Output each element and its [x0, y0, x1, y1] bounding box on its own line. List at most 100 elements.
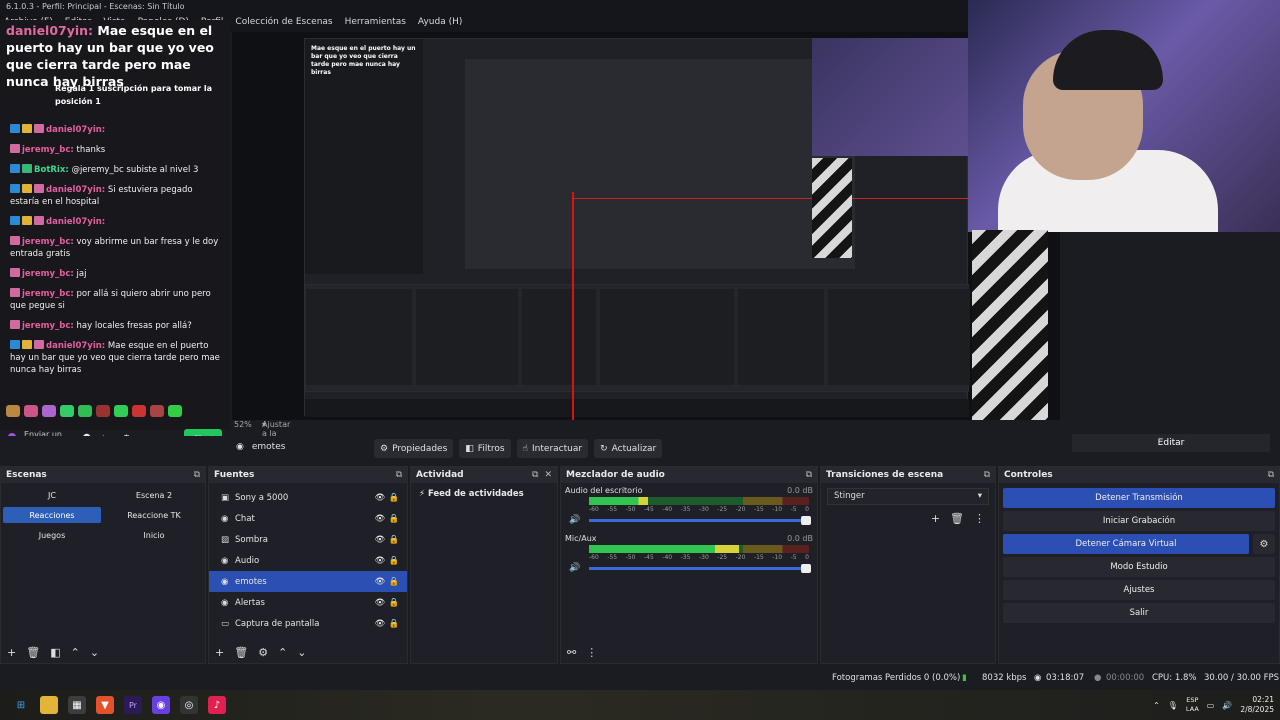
scene-item[interactable]: Reacciones	[3, 507, 101, 523]
chat-username[interactable]: daniel07yin:	[46, 125, 105, 135]
volume-slider[interactable]	[589, 515, 811, 525]
dock-float-icon[interactable]: ⧉	[194, 470, 200, 480]
scene-item[interactable]: JC	[3, 487, 101, 503]
eye-icon[interactable]: 👁	[373, 493, 387, 503]
mic-icon[interactable]: 🎙	[1168, 701, 1178, 710]
windows-start-icon[interactable]: ⊞	[12, 696, 30, 714]
obs-icon[interactable]: ◎	[180, 696, 198, 714]
lock-icon[interactable]: 🔒	[387, 556, 401, 566]
chat-username[interactable]: jeremy_bc:	[22, 321, 74, 331]
transition-select[interactable]: Stinger ▾	[827, 488, 989, 505]
arrow-down-icon[interactable]: ⌄	[90, 646, 99, 659]
trash-icon[interactable]: 🗑	[950, 512, 964, 525]
calculator-icon[interactable]: ▦	[68, 696, 86, 714]
source-item[interactable]: ▭ Captura de pantalla 👁 🔒	[209, 613, 407, 634]
menu-item[interactable]: Colección de Escenas	[235, 17, 332, 27]
gear-icon[interactable]: ⚙	[1253, 534, 1275, 554]
messenger-icon[interactable]: ◉	[152, 696, 170, 714]
source-item[interactable]: ◉ Alertas 👁 🔒	[209, 592, 407, 613]
start-recording-button[interactable]: Iniciar Grabación	[1003, 511, 1275, 531]
dock-float-icon[interactable]: ⧉	[806, 470, 812, 480]
properties-button[interactable]: ⚙ Propiedades	[374, 439, 454, 458]
lock-icon[interactable]: 🔒	[387, 619, 401, 629]
network-icon[interactable]: ▭	[1207, 701, 1215, 710]
settings-button[interactable]: Ajustes	[1003, 580, 1275, 600]
speaker-icon[interactable]: 🔊	[569, 515, 583, 525]
interact-button[interactable]: ☝ Interactuar	[516, 439, 589, 458]
activity-feed-item[interactable]: ⚡ Feed de actividades	[411, 483, 557, 505]
add-icon[interactable]: +	[7, 646, 16, 659]
scene-item[interactable]: Reaccione TK	[105, 507, 203, 523]
premiere-icon[interactable]: Pr	[124, 696, 142, 714]
dock-float-icon[interactable]: ⧉	[532, 470, 538, 480]
source-item[interactable]: ◉ emotes 👁 🔒	[209, 571, 407, 592]
chat-username[interactable]: BotRix:	[34, 165, 69, 175]
filters-button[interactable]: ◧ Filtros	[459, 439, 511, 458]
gear-icon[interactable]: ⚙	[258, 646, 268, 659]
keyboard-language[interactable]: ESP LAA	[1186, 696, 1199, 714]
chat-username[interactable]: jeremy_bc:	[22, 269, 74, 279]
scene-item[interactable]: Escena 2	[105, 487, 203, 503]
refresh-button[interactable]: ↻ Actualizar	[594, 439, 663, 458]
filter-icon[interactable]: ◧	[50, 646, 60, 659]
eye-icon[interactable]: 👁	[373, 619, 387, 629]
source-item[interactable]: ◉ Audio 👁 🔒	[209, 550, 407, 571]
monitor-icon: ▭	[221, 618, 230, 629]
refresh-icon: ↻	[600, 443, 608, 454]
brave-browser-icon[interactable]: ▼	[96, 696, 114, 714]
scene-item[interactable]: Juegos	[3, 527, 101, 543]
chat-username[interactable]: daniel07yin:	[46, 217, 105, 227]
stop-virtual-cam-button[interactable]: Detener Cámara Virtual	[1003, 534, 1249, 554]
dock-float-icon[interactable]: ⧉	[396, 470, 402, 480]
scene-item[interactable]: Inicio	[105, 527, 203, 543]
arrow-up-icon[interactable]: ⌃	[278, 646, 287, 659]
eye-icon[interactable]: 👁	[373, 535, 387, 545]
add-icon[interactable]: +	[931, 512, 940, 525]
lock-icon[interactable]: 🔒	[387, 535, 401, 545]
eye-icon[interactable]: 👁	[373, 556, 387, 566]
clock[interactable]: 02:21 2/8/2025	[1240, 695, 1274, 715]
close-icon[interactable]: ✕	[544, 470, 552, 480]
source-label: Captura de pantalla	[235, 618, 320, 629]
add-icon[interactable]: +	[215, 646, 224, 659]
file-explorer-icon[interactable]	[40, 696, 58, 714]
chat-username[interactable]: jeremy_bc:	[22, 237, 74, 247]
chat-username[interactable]: jeremy_bc:	[22, 145, 74, 155]
dock-float-icon[interactable]: ⧉	[984, 470, 990, 480]
bitrate: 8032 kbps	[982, 673, 1027, 683]
badge-icon	[34, 340, 44, 349]
exit-button[interactable]: Salir	[1003, 603, 1275, 623]
trash-icon[interactable]: 🗑	[26, 646, 40, 659]
source-item[interactable]: ▨ Sombra 👁 🔒	[209, 529, 407, 550]
source-item[interactable]: ◉ Chat 👁 🔒	[209, 508, 407, 529]
menu-item[interactable]: Herramientas	[345, 17, 406, 27]
trash-icon[interactable]: 🗑	[234, 646, 248, 659]
chat-username[interactable]: jeremy_bc:	[22, 289, 74, 299]
dock-float-icon[interactable]: ⧉	[1268, 470, 1274, 480]
chat-username[interactable]: daniel07yin:	[46, 341, 105, 351]
kebab-menu-icon[interactable]: ⋮	[586, 646, 597, 659]
lock-icon[interactable]: 🔒	[387, 577, 401, 587]
eye-icon[interactable]: 👁	[373, 598, 387, 608]
sources-dock: Fuentes ⧉ ▣ Sony a 5000 👁 🔒 ◉ Chat 👁 🔒 ▨ Sombra 👁 🔒 ◉…	[208, 466, 408, 664]
kebab-menu-icon[interactable]: ⋮	[974, 512, 985, 525]
lock-icon[interactable]: 🔒	[387, 514, 401, 524]
tiktok-icon[interactable]: ♪	[208, 696, 226, 714]
chat-username[interactable]: daniel07yin:	[46, 185, 105, 195]
arrow-down-icon[interactable]: ⌄	[297, 646, 306, 659]
lock-icon[interactable]: 🔒	[387, 598, 401, 608]
arrow-up-icon[interactable]: ⌃	[71, 646, 80, 659]
link-icon[interactable]: ⚯	[567, 646, 576, 659]
edit-button[interactable]: Editar	[1072, 434, 1270, 452]
volume-icon[interactable]: 🔊	[1222, 701, 1232, 710]
stop-stream-button[interactable]: Detener Transmisión	[1003, 488, 1275, 508]
volume-slider[interactable]	[589, 563, 811, 573]
lock-icon[interactable]: 🔒	[387, 493, 401, 503]
eye-icon[interactable]: 👁	[373, 514, 387, 524]
studio-mode-button[interactable]: Modo Estudio	[1003, 557, 1275, 577]
speaker-icon[interactable]: 🔊	[569, 563, 583, 573]
eye-icon[interactable]: 👁	[373, 577, 387, 587]
source-item[interactable]: ▣ Sony a 5000 👁 🔒	[209, 487, 407, 508]
menu-item[interactable]: Ayuda (H)	[418, 17, 462, 27]
chevron-up-icon[interactable]: ⌃	[1153, 701, 1160, 710]
